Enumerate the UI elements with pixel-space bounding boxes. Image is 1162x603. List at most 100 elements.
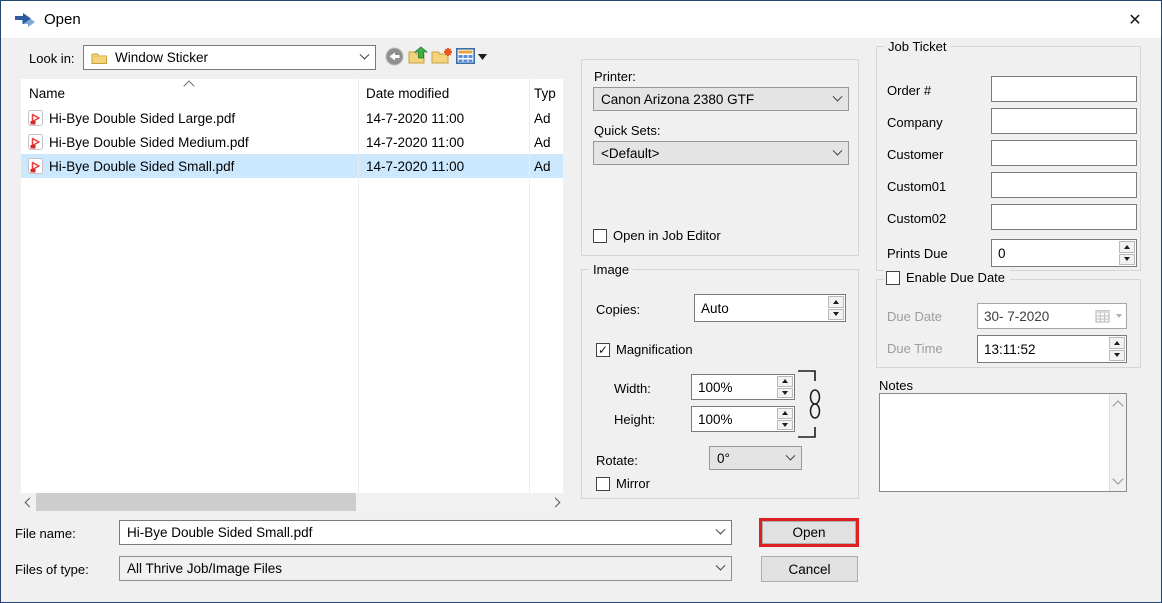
width-spinner[interactable] (776, 375, 794, 399)
cancel-button[interactable]: Cancel (761, 556, 858, 582)
back-icon[interactable] (385, 47, 404, 66)
height-spinner[interactable] (776, 407, 794, 431)
height-input[interactable]: 100% (691, 406, 795, 432)
customer-input[interactable] (991, 140, 1137, 166)
column-divider (358, 79, 359, 493)
company-input[interactable] (991, 108, 1137, 134)
due-time-spinner[interactable] (1108, 336, 1126, 362)
customer-label: Customer (887, 147, 943, 162)
notes-textarea[interactable] (879, 393, 1127, 492)
printer-combobox[interactable]: Canon Arizona 2380 GTF (593, 87, 849, 111)
rotate-value: 0° (717, 451, 730, 466)
files-of-type-label: Files of type: (15, 562, 89, 577)
printer-panel: Printer: Canon Arizona 2380 GTF Quick Se… (581, 59, 859, 256)
view-menu-dropdown-icon[interactable] (478, 54, 487, 60)
window-title: Open (44, 11, 81, 28)
prints-due-input[interactable]: 0 (991, 239, 1137, 267)
spin-down-icon[interactable] (777, 420, 793, 431)
file-name-combobox[interactable]: Hi-Bye Double Sided Small.pdf (119, 520, 732, 545)
file-name: Hi-Bye Double Sided Large.pdf (49, 111, 235, 126)
custom02-input[interactable] (991, 204, 1137, 230)
magnification-checkbox[interactable]: Magnification (596, 342, 693, 357)
quick-sets-combobox[interactable]: <Default> (593, 141, 849, 165)
printer-label: Printer: (594, 69, 636, 84)
checkbox-icon (593, 229, 607, 243)
app-icon (14, 11, 36, 29)
mirror-label: Mirror (616, 476, 650, 491)
file-name: Hi-Bye Double Sided Medium.pdf (49, 135, 249, 150)
copies-spinner[interactable] (827, 295, 845, 321)
file-type: Ad (534, 111, 563, 126)
company-label: Company (887, 115, 943, 130)
job-ticket-title: Job Ticket (884, 39, 951, 54)
horizontal-scrollbar[interactable] (21, 493, 563, 511)
prints-due-value: 0 (998, 246, 1006, 261)
mirror-checkbox[interactable]: Mirror (596, 476, 650, 491)
magnification-label: Magnification (616, 342, 693, 357)
due-date-input[interactable]: 30- 7-2020 (977, 303, 1127, 329)
width-input[interactable]: 100% (691, 374, 795, 400)
scroll-left-button[interactable] (21, 493, 37, 511)
chevron-down-icon (833, 145, 843, 155)
spin-up-icon[interactable] (1109, 337, 1125, 349)
printer-value: Canon Arizona 2380 GTF (601, 92, 754, 107)
spin-up-icon[interactable] (1119, 241, 1135, 253)
file-row[interactable]: Hi-Bye Double Sided Large.pdf 14-7-2020 … (21, 106, 563, 130)
due-date-label: Due Date (887, 309, 942, 324)
due-date-panel: Enable Due Date Due Date 30- 7-2020 Due … (876, 279, 1141, 368)
spin-up-icon[interactable] (777, 408, 793, 419)
spin-up-icon[interactable] (777, 376, 793, 387)
prints-due-spinner[interactable] (1118, 240, 1136, 266)
order-input[interactable] (991, 76, 1137, 102)
quick-sets-value: <Default> (601, 146, 660, 161)
file-row[interactable]: Hi-Bye Double Sided Medium.pdf 14-7-2020… (21, 130, 563, 154)
copies-label: Copies: (596, 302, 640, 317)
copies-input[interactable]: Auto (694, 294, 846, 322)
scroll-right-button[interactable] (547, 493, 563, 511)
spin-down-icon[interactable] (1119, 254, 1135, 266)
spin-up-icon[interactable] (828, 296, 844, 308)
column-header-name[interactable]: Name (29, 86, 65, 101)
job-ticket-panel: Job Ticket Order # Company Customer Cust… (876, 46, 1141, 271)
spin-down-icon[interactable] (777, 388, 793, 399)
close-button[interactable]: ✕ (1109, 1, 1161, 39)
close-icon: ✕ (1128, 10, 1141, 30)
due-time-input[interactable]: 13:11:52 (977, 335, 1127, 363)
notes-label: Notes (879, 378, 913, 393)
files-of-type-combobox[interactable]: All Thrive Job/Image Files (119, 556, 732, 581)
checkbox-checked-icon (596, 343, 610, 357)
chevron-down-icon (360, 50, 370, 60)
up-one-level-icon[interactable] (408, 46, 429, 66)
scrollbar-thumb[interactable] (36, 493, 356, 511)
view-menu-icon[interactable] (456, 48, 475, 64)
pdf-file-icon (28, 110, 43, 126)
file-name: Hi-Bye Double Sided Small.pdf (49, 159, 234, 174)
list-header: Name Date modified Typ (21, 79, 563, 106)
calendar-icon (1095, 309, 1110, 323)
open-button[interactable]: Open (762, 521, 856, 544)
file-row-selected[interactable]: Hi-Bye Double Sided Small.pdf 14-7-2020 … (21, 154, 563, 178)
custom01-input[interactable] (991, 172, 1137, 198)
spin-down-icon[interactable] (1109, 350, 1125, 362)
copies-value: Auto (701, 301, 729, 316)
column-header-type[interactable]: Typ (534, 86, 556, 101)
custom01-label: Custom01 (887, 179, 946, 194)
quick-sets-label: Quick Sets: (594, 123, 660, 138)
look-in-value: Window Sticker (115, 50, 208, 65)
look-in-combobox[interactable]: Window Sticker (83, 45, 376, 70)
image-panel: Image Copies: Auto Magnification Width: … (581, 269, 859, 499)
spin-down-icon[interactable] (828, 309, 844, 321)
new-folder-icon[interactable] (431, 46, 454, 66)
image-panel-title: Image (589, 262, 633, 277)
due-time-value: 13:11:52 (984, 342, 1036, 357)
enable-due-date-checkbox[interactable]: Enable Due Date (884, 270, 1010, 285)
height-value: 100% (698, 412, 733, 427)
open-dialog: Open ✕ Look in: Window Sticker (0, 0, 1162, 603)
notes-scrollbar[interactable] (1109, 394, 1126, 491)
due-date-value: 30- 7-2020 (984, 309, 1049, 324)
rotate-combobox[interactable]: 0° (709, 446, 802, 470)
chevron-down-icon (786, 450, 796, 460)
open-in-job-editor-checkbox[interactable]: Open in Job Editor (593, 228, 721, 243)
column-header-date-modified[interactable]: Date modified (366, 86, 449, 101)
file-date: 14-7-2020 11:00 (366, 135, 534, 150)
